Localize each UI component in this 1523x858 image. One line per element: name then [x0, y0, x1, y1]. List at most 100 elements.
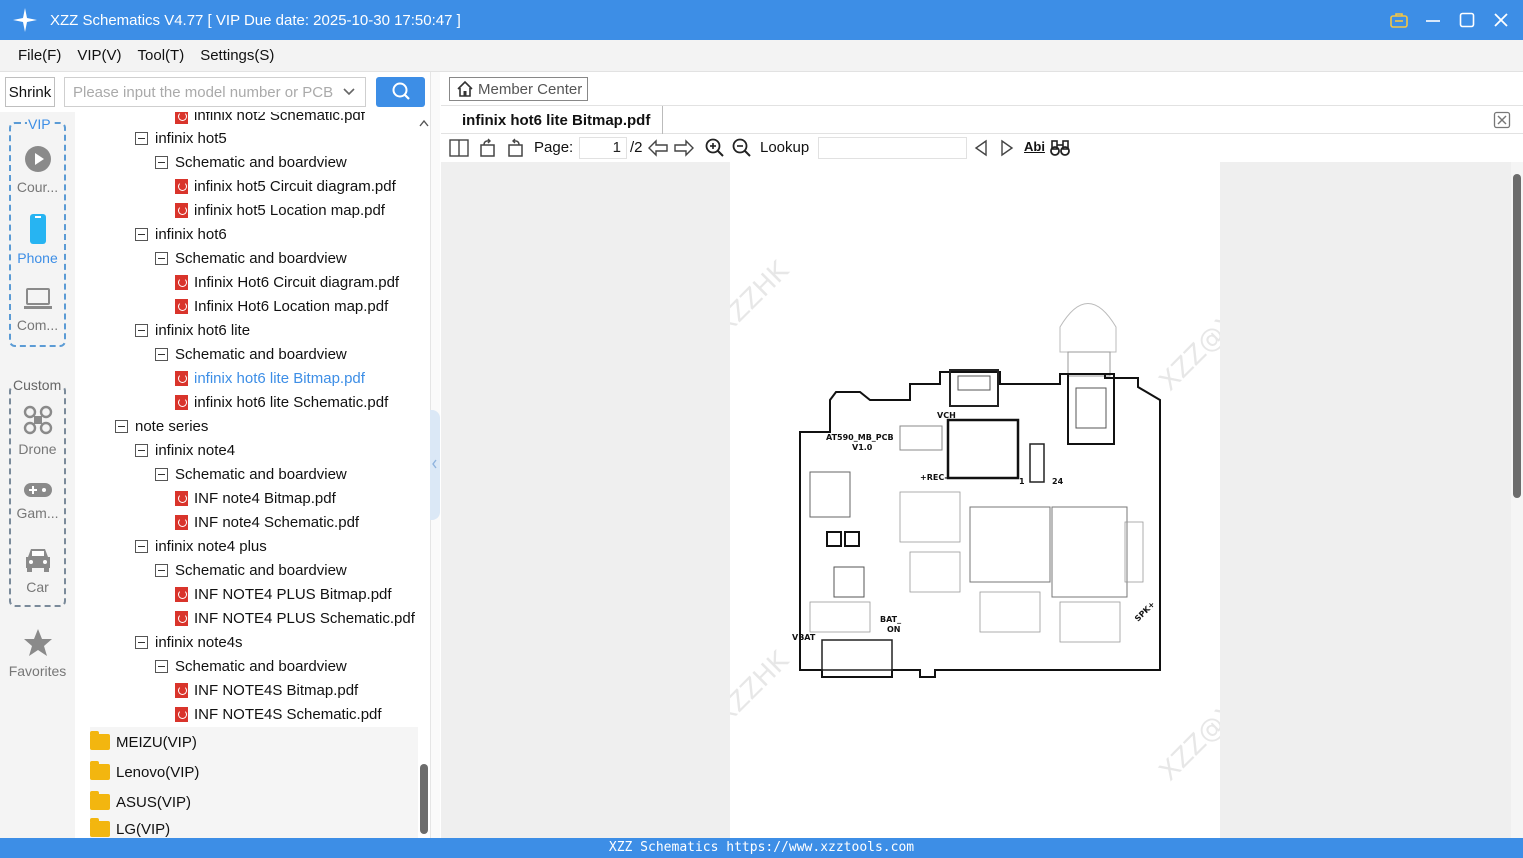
tree-group-item[interactable]: note series	[115, 414, 208, 438]
binoculars-icon[interactable]	[1049, 138, 1071, 161]
tree-item-label: Schematic and boardview	[175, 153, 347, 171]
rail-item-car[interactable]: Car	[0, 546, 75, 595]
tree-group-item[interactable]: Schematic and boardview	[155, 342, 347, 366]
viewer-scrollbar-thumb[interactable]	[1513, 174, 1521, 498]
menu-settings[interactable]: Settings(S)	[192, 47, 282, 64]
page-number-input[interactable]: 1	[579, 137, 627, 159]
tree-item-label: INF NOTE4 PLUS Schematic.pdf	[194, 609, 415, 627]
collapse-toggle-icon[interactable]	[135, 323, 148, 337]
close-tab-icon[interactable]	[1493, 111, 1511, 132]
collapse-panel-handle[interactable]	[430, 410, 440, 520]
tree-file-item[interactable]: infinix hot5 Circuit diagram.pdf	[175, 174, 396, 198]
tree-file-item[interactable]: INF NOTE4S Bitmap.pdf	[175, 678, 358, 702]
tree-file-item[interactable]: INF NOTE4 PLUS Schematic.pdf	[175, 606, 415, 630]
maximize-icon[interactable]	[1457, 10, 1477, 30]
tree-group-item[interactable]: infinix hot6	[135, 222, 227, 246]
zoom-out-icon[interactable]	[732, 138, 752, 161]
tree-file-item[interactable]: Infinix Hot6 Circuit diagram.pdf	[175, 270, 399, 294]
star-icon	[0, 628, 75, 661]
folder-icon	[90, 818, 110, 837]
tree-item-label: INF note4 Bitmap.pdf	[194, 489, 336, 507]
tree-item-label: infinix hot6 lite Schematic.pdf	[194, 393, 389, 411]
tab-document[interactable]: infinix hot6 lite Bitmap.pdf	[450, 106, 664, 134]
tree-group-item[interactable]: infinix hot6 lite	[135, 318, 250, 342]
collapse-toggle-icon[interactable]	[155, 347, 168, 361]
find-next-icon[interactable]	[999, 138, 1015, 161]
tree-file-item[interactable]: infinix hot6 lite Bitmap.pdf	[175, 366, 365, 390]
tree-file-item[interactable]: infinix hot6 lite Schematic.pdf	[175, 390, 388, 414]
lookup-input[interactable]	[818, 137, 967, 159]
collapse-toggle-icon[interactable]	[135, 227, 148, 241]
previous-page-arrow-icon[interactable]	[647, 138, 669, 161]
collapse-toggle-icon[interactable]	[155, 251, 168, 265]
search-combobox[interactable]	[64, 77, 366, 107]
vip-bag-icon[interactable]	[1389, 10, 1409, 30]
menu-tool[interactable]: Tool(T)	[130, 47, 193, 64]
rail-item-courses[interactable]: Cour...	[0, 144, 75, 195]
shrink-button[interactable]: Shrink	[5, 77, 55, 107]
menu-vip[interactable]: VIP(V)	[69, 47, 129, 64]
tree-group-item[interactable]: infinix note4 plus	[135, 534, 267, 558]
tree-group-item[interactable]: infinix note4s	[135, 630, 243, 654]
match-case-button[interactable]: Abi	[1024, 139, 1045, 154]
tree-item-label: infinix hot6	[155, 225, 227, 243]
tree-item-label: infinix hot5 Circuit diagram.pdf	[194, 177, 396, 195]
zoom-in-icon[interactable]	[705, 138, 725, 161]
sidebar-toggle-icon[interactable]	[449, 138, 469, 161]
tree-group-item[interactable]: Schematic and boardview	[155, 150, 347, 174]
brand-folder-lg[interactable]: LG(VIP)	[90, 817, 420, 838]
search-button[interactable]	[376, 77, 425, 107]
rotate-right-icon[interactable]	[505, 138, 525, 161]
brand-folder-meizu[interactable]: MEIZU(VIP)	[90, 727, 420, 757]
search-input[interactable]	[73, 83, 333, 101]
tree-file-item[interactable]: infinix hot2 Schematic.pdf	[175, 112, 365, 124]
tree-group-item[interactable]: Schematic and boardview	[155, 246, 347, 270]
pdf-file-icon	[175, 202, 188, 218]
tree-file-item[interactable]: INF NOTE4S Schematic.pdf	[175, 702, 382, 726]
collapse-toggle-icon[interactable]	[155, 467, 168, 481]
collapse-toggle-icon[interactable]	[155, 659, 168, 673]
close-icon[interactable]	[1491, 10, 1511, 30]
menu-file[interactable]: File(F)	[10, 47, 69, 64]
tree-group-item[interactable]: infinix hot5	[135, 126, 227, 150]
rail-item-drone[interactable]: Drone	[0, 404, 75, 457]
board-label: ON	[887, 625, 901, 634]
brand-folder-lenovo[interactable]: Lenovo(VIP)	[90, 757, 420, 787]
collapse-toggle-icon[interactable]	[155, 563, 168, 577]
brand-label: Lenovo(VIP)	[116, 763, 200, 781]
tree-scrollbar[interactable]	[418, 112, 430, 838]
tree-file-item[interactable]: INF note4 Schematic.pdf	[175, 510, 359, 534]
tree-scrollbar-thumb[interactable]	[420, 764, 428, 834]
tree-group-item[interactable]: Schematic and boardview	[155, 462, 347, 486]
member-center-label: Member Center	[478, 80, 583, 98]
minimize-icon[interactable]	[1423, 10, 1443, 30]
rotate-left-icon[interactable]	[478, 138, 498, 161]
collapse-toggle-icon[interactable]	[135, 635, 148, 649]
tree-item-label: INF note4 Schematic.pdf	[194, 513, 360, 531]
pdf-viewer[interactable]: XZZ@XZZHK XZZ@XZZHK XZZ@XZZHK XZZ@XZZHK	[441, 162, 1511, 838]
rail-item-games[interactable]: Gam...	[0, 480, 75, 521]
chevron-down-icon[interactable]	[342, 84, 356, 103]
tree-file-item[interactable]: infinix hot5 Location map.pdf	[175, 198, 385, 222]
rail-item-favorites[interactable]: Favorites	[0, 628, 75, 679]
tree-group-item[interactable]: Schematic and boardview	[155, 558, 347, 582]
scroll-up-arrow-icon[interactable]	[419, 114, 429, 130]
collapse-toggle-icon[interactable]	[135, 539, 148, 553]
collapse-toggle-icon[interactable]	[135, 131, 148, 145]
collapse-toggle-icon[interactable]	[135, 443, 148, 457]
member-center-button[interactable]: Member Center	[449, 77, 588, 101]
brand-folder-asus[interactable]: ASUS(VIP)	[90, 787, 420, 817]
find-previous-icon[interactable]	[973, 138, 989, 161]
tree-file-item[interactable]: INF note4 Bitmap.pdf	[175, 486, 336, 510]
rail-item-phone[interactable]: Phone	[0, 213, 75, 266]
collapse-toggle-icon[interactable]	[155, 155, 168, 169]
tree-group-item[interactable]: Schematic and boardview	[155, 654, 347, 678]
pdf-file-icon	[175, 682, 188, 698]
rail-item-computer[interactable]: Com...	[0, 286, 75, 333]
tree-file-item[interactable]: Infinix Hot6 Location map.pdf	[175, 294, 388, 318]
tree-file-item[interactable]: INF NOTE4 PLUS Bitmap.pdf	[175, 582, 392, 606]
next-page-arrow-icon[interactable]	[673, 138, 695, 161]
collapse-toggle-icon[interactable]	[115, 419, 128, 433]
tree-group-item[interactable]: infinix note4	[135, 438, 235, 462]
folder-icon	[90, 731, 110, 750]
